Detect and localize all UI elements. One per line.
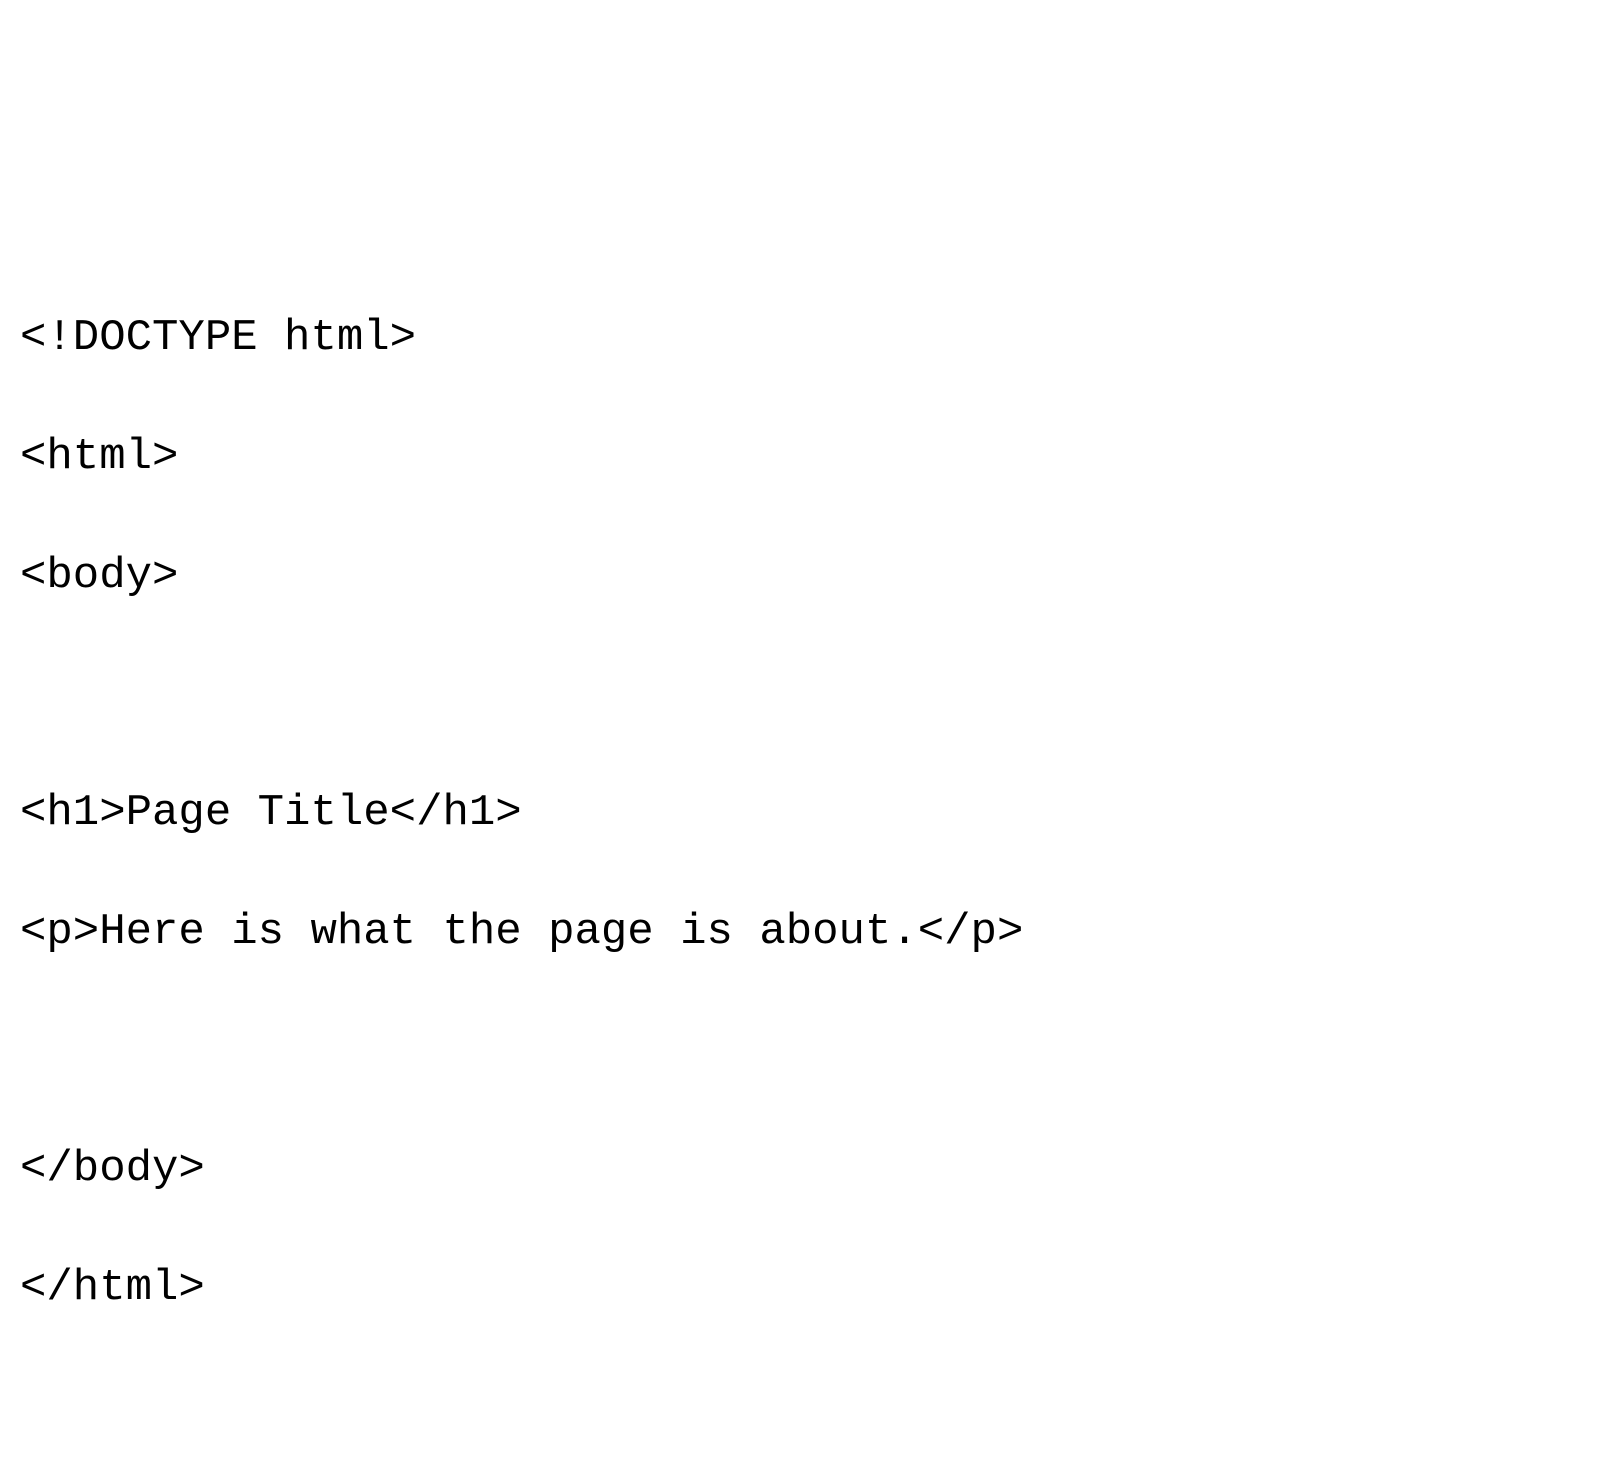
code-block: <!DOCTYPE html> <html> <body> <h1>Page T…	[20, 250, 1580, 1378]
code-line	[20, 665, 1580, 724]
code-line	[20, 1022, 1580, 1081]
code-line: </body>	[20, 1140, 1580, 1199]
code-line: <h1>Page Title</h1>	[20, 784, 1580, 843]
code-line: <p>Here is what the page is about.</p>	[20, 903, 1580, 962]
code-line: </html>	[20, 1259, 1580, 1318]
code-line: <html>	[20, 428, 1580, 487]
code-line: <!DOCTYPE html>	[20, 309, 1580, 368]
code-line: <body>	[20, 547, 1580, 606]
